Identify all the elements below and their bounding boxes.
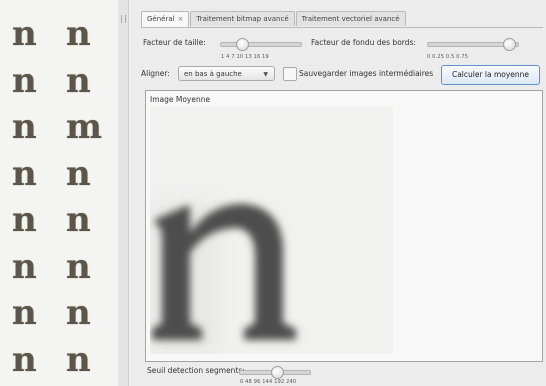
save-intermediate-checkbox[interactable]: [283, 67, 297, 81]
glyph-sample[interactable]: n: [66, 154, 91, 194]
align-select[interactable]: en bas à gauche ▼: [178, 66, 275, 81]
segment-row: Seuil detection segments: 0 48 96 144 19…: [145, 364, 545, 386]
glyph-sample[interactable]: n: [66, 14, 91, 54]
glyph-sample[interactable]: n: [66, 340, 91, 380]
blend-ticks: 0 0.25 0.5 0.75: [427, 54, 469, 60]
glyph-samples-panel: nnnnnmnnnnnnnnnn: [0, 0, 119, 386]
tab-vector-label: Traitement vectoriel avancé: [301, 15, 400, 23]
size-factor-ticks: 1 4 7 10 13 16 19: [221, 54, 269, 60]
glyph-sample[interactable]: m: [66, 107, 102, 147]
glyph-sample[interactable]: n: [12, 61, 37, 101]
settings-panel: Général × Traitement bitmap avancé Traite…: [129, 0, 546, 386]
glyph-sample[interactable]: n: [66, 200, 91, 240]
glyph-row: nn: [0, 14, 118, 54]
glyph-sample[interactable]: n: [12, 154, 37, 194]
glyph-sample[interactable]: n: [66, 293, 91, 333]
close-icon[interactable]: ×: [178, 15, 184, 23]
average-image-title: Image Moyenne: [150, 95, 211, 104]
align-label: Aligner:: [141, 69, 170, 78]
tab-divider: [141, 27, 543, 28]
average-glyph-image: n: [150, 107, 393, 354]
glyph-row: nn: [0, 340, 118, 380]
glyph-row: nn: [0, 293, 118, 333]
segment-threshold-ticks: 0 48 96 144 192 240: [240, 379, 297, 385]
glyph-row: nn: [0, 247, 118, 287]
average-image: n: [150, 107, 393, 354]
segment-threshold-knob[interactable]: [271, 366, 284, 379]
glyph-sample[interactable]: n: [12, 247, 37, 287]
splitter-grip-icon[interactable]: [121, 15, 126, 23]
glyph-sample[interactable]: n: [66, 247, 91, 287]
align-row: Aligner: en bas à gauche ▼ Sauvegarder i…: [141, 65, 541, 86]
glyph-sample[interactable]: n: [12, 293, 37, 333]
glyph-sample[interactable]: n: [12, 14, 37, 54]
tab-vector[interactable]: Traitement vectoriel avancé: [295, 11, 406, 26]
glyph-sample[interactable]: n: [12, 340, 37, 380]
average-glyph-label: n: [150, 107, 155, 109]
glyph-sample[interactable]: n: [12, 107, 37, 147]
tab-bitmap-label: Traitement bitmap avancé: [196, 15, 289, 23]
glyph-sample[interactable]: n: [66, 61, 91, 101]
tab-general-label: Général: [147, 15, 175, 23]
save-intermediate-label: Sauvegarder images intermédiaires: [299, 69, 434, 78]
tab-general[interactable]: Général ×: [141, 11, 190, 27]
panel-splitter[interactable]: [118, 0, 129, 386]
segment-threshold-label: Seuil detection segments:: [147, 366, 245, 375]
size-factor-label: Facteur de taille:: [143, 38, 206, 47]
glyph-row: nn: [0, 200, 118, 240]
align-select-value: en bas à gauche: [184, 70, 242, 78]
glyph-row: nn: [0, 154, 118, 194]
size-factor-slider[interactable]: [220, 42, 302, 47]
tab-bar: Général × Traitement bitmap avancé Traite…: [141, 11, 407, 27]
glyph-row: nm: [0, 107, 118, 147]
blend-knob[interactable]: [503, 38, 516, 51]
size-blend-row: Facteur de taille: 1 4 7 10 13 16 19 Fac…: [141, 36, 541, 64]
size-factor-knob[interactable]: [236, 38, 249, 51]
glyph-sample[interactable]: n: [12, 200, 37, 240]
tab-bitmap[interactable]: Traitement bitmap avancé: [190, 11, 295, 26]
glyph-row: nn: [0, 61, 118, 101]
compute-average-button[interactable]: Calculer la moyenne: [441, 65, 540, 85]
blend-label: Facteur de fondu des bords:: [311, 38, 416, 47]
average-image-frame: Image Moyenne n: [145, 90, 543, 362]
chevron-down-icon: ▼: [263, 71, 268, 78]
